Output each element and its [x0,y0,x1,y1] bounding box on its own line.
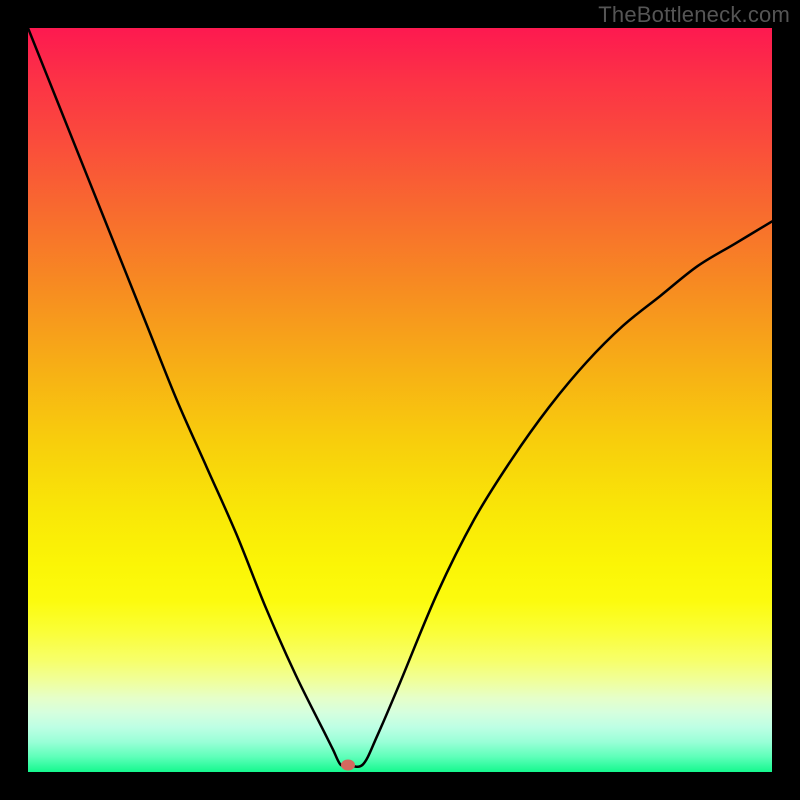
watermark-text: TheBottleneck.com [598,2,790,28]
chart-frame: TheBottleneck.com [0,0,800,800]
optimum-marker [341,759,355,770]
bottleneck-curve [28,28,772,767]
plot-area [28,28,772,772]
curve-layer [28,28,772,772]
